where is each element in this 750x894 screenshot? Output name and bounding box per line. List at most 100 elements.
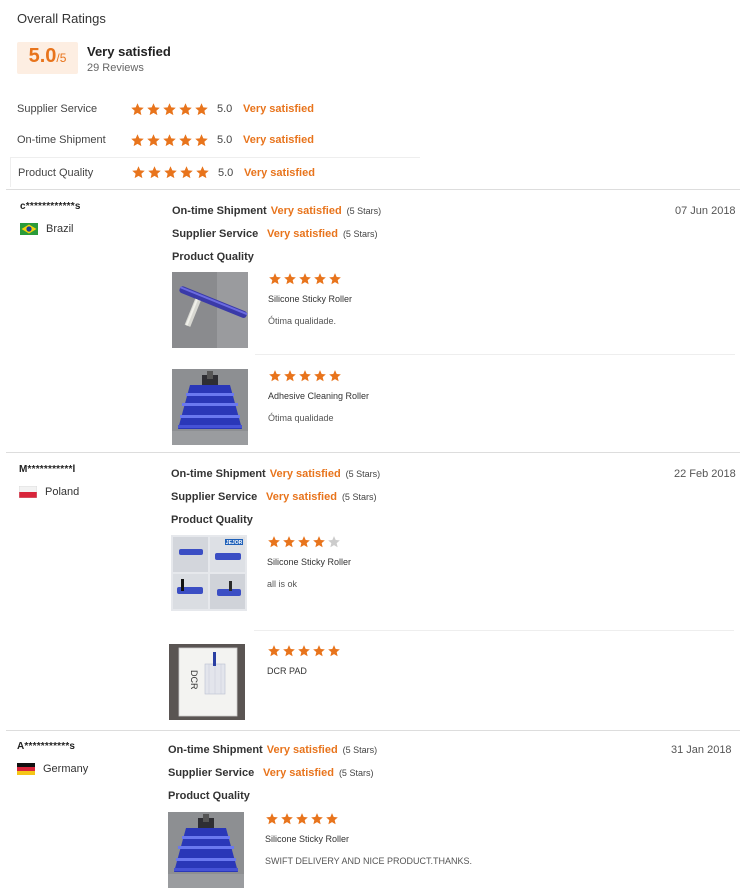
category-score: 5.0 [218, 166, 234, 179]
product-comment: Ótima qualidade [268, 413, 334, 423]
quality-label-text: Product Quality [172, 251, 254, 263]
star-filled-icon [162, 102, 177, 117]
star-filled-icon [295, 812, 309, 826]
service-value: Very satisfied [266, 491, 337, 503]
product-name: DCR PAD [267, 666, 307, 676]
overall-satisfaction-label: Very satisfied [87, 44, 171, 59]
star-filled-icon [310, 812, 324, 826]
star-filled-icon [313, 272, 327, 286]
product-comment: all is ok [267, 579, 298, 589]
star-filled-icon [179, 165, 194, 180]
product-name: Silicone Sticky Roller [265, 834, 350, 844]
service-value: Very satisfied [267, 228, 338, 240]
product-image-blue-roller[interactable] [168, 812, 244, 888]
star-filled-icon [312, 644, 326, 658]
overall-score-box: 5.0 /5 [17, 42, 78, 74]
overall-score: 5.0 [28, 45, 57, 67]
product-image-roller-catalog[interactable]: JEJOR [171, 535, 247, 611]
brazil-flag-icon [20, 223, 38, 235]
category-row-supplier-service: Supplier Service 5.0 Very satisfied [10, 95, 420, 123]
review-date: 07 Jun 2018 [675, 205, 736, 217]
category-name: Product Quality [18, 166, 94, 179]
star-filled-icon [328, 272, 342, 286]
star-empty-icon [327, 535, 341, 549]
star-filled-icon [313, 369, 327, 383]
overall-ratings-title: Overall Ratings [17, 11, 106, 26]
star-filled-icon [268, 272, 282, 286]
poland-flag-icon [19, 486, 37, 498]
service-label: Supplier Service [168, 767, 255, 779]
product-image-roller-bar[interactable] [172, 272, 248, 348]
star-filled-icon [297, 535, 311, 549]
country-name: Brazil [46, 223, 74, 235]
service-rating: Supplier Service Very satisfied (5 Stars… [168, 767, 373, 779]
category-name: On-time Shipment [17, 134, 106, 146]
svg-text:DCR: DCR [189, 670, 199, 690]
star-filled-icon [283, 272, 297, 286]
product-separator [254, 630, 734, 631]
review-divider [6, 730, 740, 731]
star-filled-icon [130, 102, 145, 117]
star-filled-icon [130, 133, 145, 148]
star-filled-icon [297, 644, 311, 658]
shipment-value: Very satisfied [270, 205, 342, 217]
category-row-on-time-shipment: On-time Shipment 5.0 Very satisfied [10, 126, 420, 154]
category-name: Supplier Service [17, 103, 98, 115]
star-filled-icon [327, 644, 341, 658]
star-filled-icon [328, 369, 342, 383]
shipment-value: Very satisfied [266, 744, 338, 756]
service-label: Supplier Service [171, 491, 258, 503]
shipment-label: On-time Shipment [172, 205, 267, 217]
overall-score-denominator: /5 [56, 51, 67, 65]
reviewer-country: Poland [19, 486, 79, 498]
category-satisfaction: Very satisfied [243, 134, 314, 146]
quality-label-text: Product Quality [168, 790, 250, 802]
star-filled-icon [312, 535, 326, 549]
product-stars [268, 272, 342, 286]
category-row-product-quality: Product Quality 5.0 Very satisfied [10, 157, 420, 187]
review-date: 22 Feb 2018 [674, 468, 736, 480]
shipment-rating: On-time Shipment Very satisfied (5 Stars… [168, 744, 377, 756]
shipment-note: (5 Stars) [346, 206, 382, 216]
star-rating [130, 102, 209, 117]
product-image-dcr-pad[interactable]: DCR [169, 644, 245, 720]
product-name: Silicone Sticky Roller [267, 557, 352, 567]
review-date: 31 Jan 2018 [671, 744, 732, 756]
shipment-note: (5 Stars) [342, 745, 378, 755]
star-filled-icon [162, 133, 177, 148]
reviewer-name: A***********s [17, 741, 76, 752]
roller-bar-photo-icon [172, 272, 248, 348]
product-stars [265, 812, 339, 826]
reviewer-country: Brazil [20, 223, 74, 235]
star-filled-icon [298, 369, 312, 383]
star-filled-icon [147, 165, 162, 180]
service-label: Supplier Service [172, 228, 259, 240]
star-filled-icon [283, 369, 297, 383]
star-filled-icon [282, 644, 296, 658]
review-count: 29 Reviews [87, 62, 144, 74]
shipment-rating: On-time Shipment Very satisfied (5 Stars… [171, 468, 380, 480]
reviewer-name: M***********l [19, 464, 76, 475]
star-filled-icon [194, 133, 209, 148]
star-filled-icon [267, 644, 281, 658]
blue-roller-photo-icon [172, 369, 248, 445]
germany-flag-icon [17, 763, 35, 775]
star-filled-icon [163, 165, 178, 180]
product-stars [268, 369, 342, 383]
quality-label-text: Product Quality [171, 514, 253, 526]
product-comment: Ótima qualidade. [268, 316, 337, 326]
shipment-label: On-time Shipment [168, 744, 263, 756]
category-satisfaction: Very satisfied [244, 166, 315, 179]
service-rating: Supplier Service Very satisfied (5 Stars… [172, 228, 377, 240]
star-filled-icon [280, 812, 294, 826]
shipment-note: (5 Stars) [345, 469, 381, 479]
service-rating: Supplier Service Very satisfied (5 Stars… [171, 491, 376, 503]
star-filled-icon [146, 133, 161, 148]
product-image-blue-roller[interactable] [172, 369, 248, 445]
product-separator [255, 354, 735, 355]
star-filled-icon [325, 812, 339, 826]
service-value: Very satisfied [263, 767, 334, 779]
quality-label: Product Quality [168, 790, 250, 802]
svg-text:JEJOR: JEJOR [226, 540, 243, 546]
category-satisfaction: Very satisfied [243, 103, 314, 115]
